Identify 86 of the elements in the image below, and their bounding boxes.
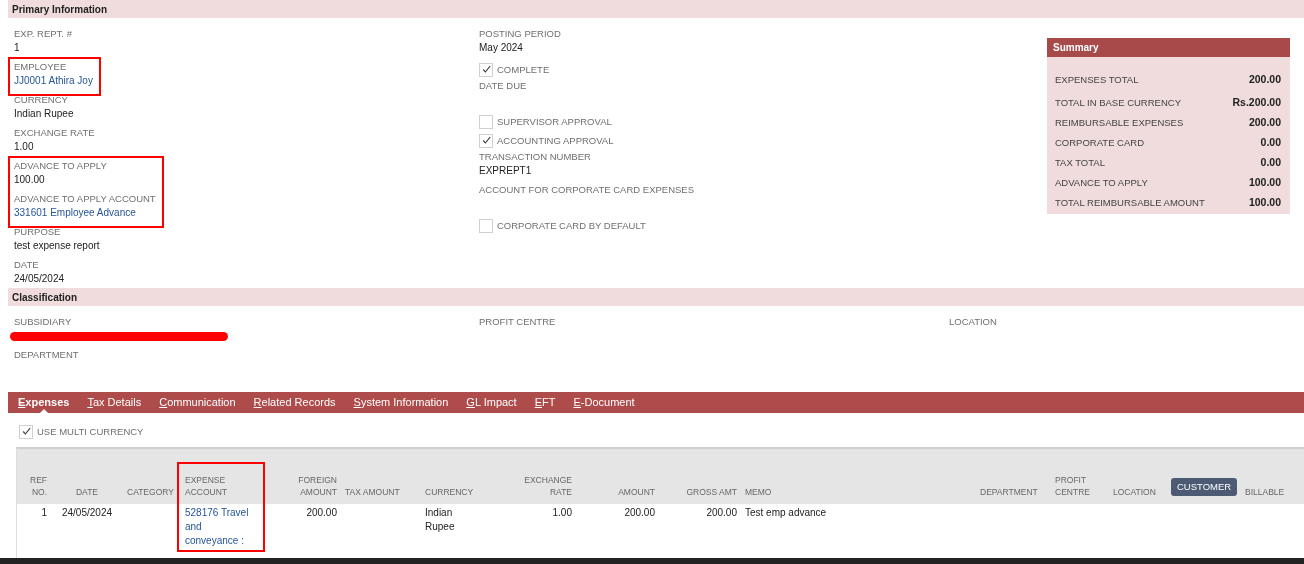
summary-label: CORPORATE CARD <box>1055 136 1145 148</box>
checkbox[interactable] <box>479 133 493 148</box>
field-value: EXPREPT1 <box>479 165 532 176</box>
field-label: PROFIT CENTRE <box>479 315 557 329</box>
column-header: EXPENSE ACCOUNT <box>185 474 229 498</box>
field-label: TRANSACTION NUMBER <box>479 150 591 164</box>
tab[interactable]: System Information <box>344 392 458 413</box>
table-cell: 24/05/2024 <box>61 507 113 518</box>
summary-value: 0.00 <box>1260 136 1281 148</box>
tab[interactable]: GL Impact <box>457 392 526 413</box>
field-label: EXP. REPT. # <box>14 27 72 41</box>
summary-label: REIMBURSABLE EXPENSES <box>1055 116 1184 128</box>
column-header: PROFIT CENTRE <box>1055 474 1091 498</box>
field-label: CURRENCY <box>14 93 69 107</box>
checkbox-label: USE MULTI CURRENCY <box>37 426 144 437</box>
summary-value: 200.00 <box>1248 73 1281 85</box>
checkbox[interactable] <box>19 424 33 439</box>
field-label: LOCATION <box>949 315 998 329</box>
field-value: May 2024 <box>479 42 523 53</box>
link[interactable]: JJ0001 Athira Joy <box>14 75 93 86</box>
column-header: AMOUNT <box>618 486 655 498</box>
section-title: Primary Information <box>12 3 108 15</box>
checkbox[interactable] <box>479 62 493 77</box>
field-value: Indian Rupee <box>14 108 74 119</box>
tab[interactable]: EFT <box>525 392 565 413</box>
column-header: CURRENCY <box>425 486 474 498</box>
column-header: TAX AMOUNT <box>345 486 400 498</box>
summary-value: 100.00 <box>1248 196 1281 208</box>
column-header: DATE <box>75 486 98 498</box>
field-label: EMPLOYEE <box>14 60 68 74</box>
summary-label: ADVANCE TO APPLY <box>1055 176 1148 188</box>
table-cell: Test emp advance <box>745 507 827 518</box>
field-value: 100.00 <box>14 174 45 185</box>
field-label: ADVANCE TO APPLY ACCOUNT <box>14 192 156 206</box>
field-label: EXCHANGE RATE <box>14 126 95 140</box>
section-title: Classification <box>12 291 78 303</box>
summary-label: TOTAL IN BASE CURRENCY <box>1055 96 1181 108</box>
summary-value: Rs.200.00 <box>1232 96 1281 108</box>
summary-title: Summary <box>1053 42 1099 53</box>
summary-label: TAX TOTAL <box>1055 156 1105 168</box>
table-cell: 1.00 <box>552 507 572 518</box>
column-header: REF NO. <box>29 474 47 498</box>
table-cell-text: Indian Rupee <box>425 506 456 534</box>
column-header: GROSS AMT <box>686 486 737 498</box>
tab[interactable]: Communication <box>150 392 245 413</box>
tab[interactable]: Tax Details <box>78 392 151 413</box>
summary-value: 200.00 <box>1248 116 1281 128</box>
checkbox-label: CORPORATE CARD BY DEFAULT <box>497 220 646 231</box>
field-label: DATE <box>14 258 40 272</box>
column-header: EXCHANGE RATE <box>523 474 572 498</box>
tooltip: CUSTOMER <box>1171 478 1238 496</box>
checkbox-label: SUPERVISOR APPROVAL <box>497 116 612 127</box>
summary-value: 0.00 <box>1260 156 1281 168</box>
checkbox-label: ACCOUNTING APPROVAL <box>497 135 614 146</box>
tab[interactable]: E-Document <box>564 392 644 413</box>
column-header: FOREIGN AMOUNT <box>297 474 337 498</box>
column-header: LOCATION <box>1113 486 1156 498</box>
summary-label: EXPENSES TOTAL <box>1055 73 1139 85</box>
field-label: DATE DUE <box>479 79 527 93</box>
field-value: test expense report <box>14 240 100 251</box>
field-label: PURPOSE <box>14 225 62 239</box>
table-cell: 1 <box>41 507 47 518</box>
table-cell: 200.00 <box>624 507 655 518</box>
field-label: SUBSIDIARY <box>14 315 73 329</box>
column-header: CATEGORY <box>127 486 174 498</box>
field-value: 24/05/2024 <box>14 273 65 284</box>
field-value: 1 <box>14 42 20 53</box>
field-label: ADVANCE TO APPLY <box>14 159 108 173</box>
tab[interactable]: Related Records <box>244 392 345 413</box>
checkbox[interactable] <box>479 218 493 233</box>
checkbox-label: COMPLETE <box>497 64 550 75</box>
field-label: ACCOUNT FOR CORPORATE CARD EXPENSES <box>479 183 694 197</box>
column-header: DEPARTMENT <box>980 486 1038 498</box>
column-header: MEMO <box>745 486 772 498</box>
field-value: 1.00 <box>14 141 34 152</box>
link[interactable]: 331601 Employee Advance <box>14 207 136 218</box>
checkbox[interactable] <box>479 114 493 129</box>
tab[interactable]: Expenses <box>9 392 79 413</box>
link[interactable]: 528176 Travel and conveyance : <box>185 506 253 548</box>
summary-value: 100.00 <box>1248 176 1281 188</box>
field-label: DEPARTMENT <box>14 348 80 362</box>
summary-label: TOTAL REIMBURSABLE AMOUNT <box>1055 196 1205 208</box>
field-label: POSTING PERIOD <box>479 27 561 41</box>
column-header: BILLABLE <box>1245 486 1285 498</box>
table-cell: 200.00 <box>706 507 737 518</box>
table-cell: 200.00 <box>306 507 337 518</box>
